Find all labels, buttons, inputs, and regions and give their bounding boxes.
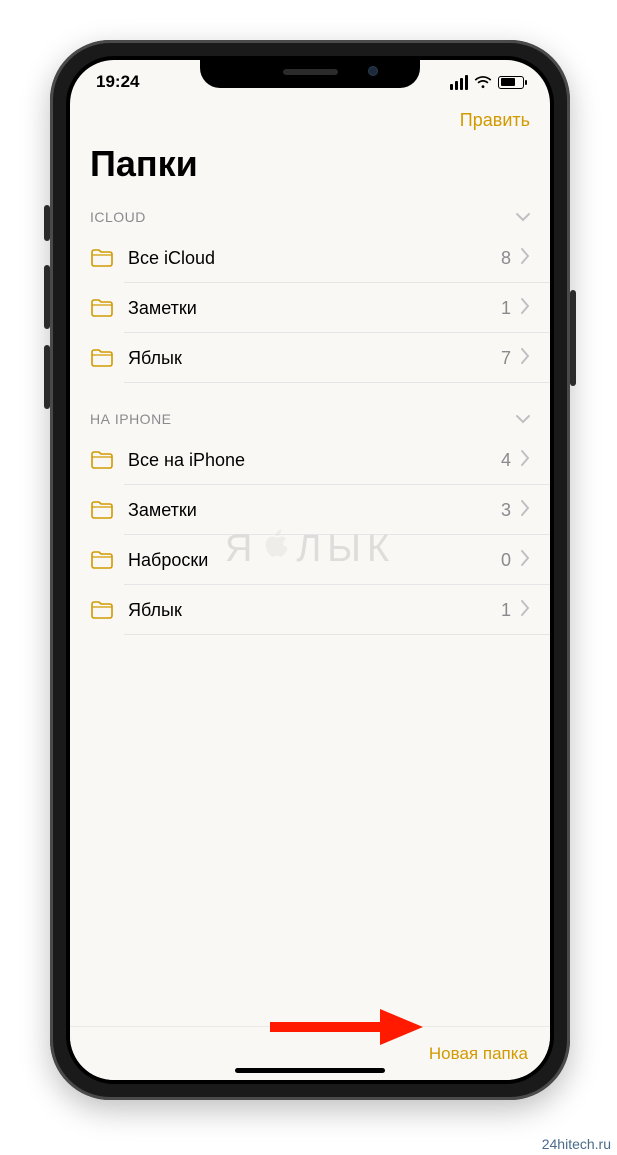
new-folder-button[interactable]: Новая папка: [429, 1044, 528, 1064]
power-button: [570, 290, 576, 386]
chevron-right-icon: [521, 348, 530, 369]
section-header-label: ICLOUD: [90, 209, 146, 225]
folder-count: 3: [501, 500, 511, 521]
section-header-icloud[interactable]: ICLOUD: [70, 199, 550, 233]
folder-row[interactable]: Все iCloud 8: [70, 233, 550, 283]
chevron-right-icon: [521, 248, 530, 269]
chevron-down-icon: [516, 411, 530, 427]
folder-icon: [90, 550, 114, 570]
folder-row[interactable]: Заметки 1: [70, 283, 550, 333]
screen: 19:24 Править Папк: [70, 60, 550, 1080]
folder-list[interactable]: ICLOUD Все iCloud 8 Заметки: [70, 199, 550, 1026]
section-header-iphone[interactable]: НА IPHONE: [70, 401, 550, 435]
folder-count: 7: [501, 348, 511, 369]
chevron-right-icon: [521, 550, 530, 571]
section-header-label: НА IPHONE: [90, 411, 172, 427]
chevron-right-icon: [521, 450, 530, 471]
wifi-icon: [474, 76, 492, 89]
folder-icon: [90, 348, 114, 368]
folder-count: 1: [501, 298, 511, 319]
chevron-right-icon: [521, 500, 530, 521]
chevron-right-icon: [521, 298, 530, 319]
edit-button[interactable]: Править: [460, 110, 530, 131]
phone-frame: 19:24 Править Папк: [50, 40, 570, 1100]
folder-icon: [90, 450, 114, 470]
home-indicator[interactable]: [235, 1068, 385, 1073]
status-time: 19:24: [96, 72, 139, 92]
source-attribution: 24hitech.ru: [542, 1136, 611, 1152]
notch: [200, 56, 420, 88]
folder-name: Заметки: [128, 500, 501, 521]
folder-name: Все на iPhone: [128, 450, 501, 471]
folder-count: 1: [501, 600, 511, 621]
page-title: Папки: [70, 139, 550, 199]
folder-icon: [90, 298, 114, 318]
folder-name: Наброски: [128, 550, 501, 571]
nav-bar: Править: [70, 104, 550, 139]
folder-row[interactable]: Все на iPhone 4: [70, 435, 550, 485]
folder-row[interactable]: Заметки 3: [70, 485, 550, 535]
folder-count: 4: [501, 450, 511, 471]
folder-name: Яблык: [128, 348, 501, 369]
folder-icon: [90, 248, 114, 268]
folder-name: Все iCloud: [128, 248, 501, 269]
folder-row[interactable]: Яблык 7: [70, 333, 550, 383]
chevron-right-icon: [521, 600, 530, 621]
cellular-signal-icon: [450, 75, 468, 90]
folder-icon: [90, 600, 114, 620]
volume-down-button: [44, 345, 50, 409]
folder-icon: [90, 500, 114, 520]
folder-count: 8: [501, 248, 511, 269]
folder-name: Заметки: [128, 298, 501, 319]
folder-name: Яблык: [128, 600, 501, 621]
folder-row[interactable]: Наброски 0: [70, 535, 550, 585]
folder-row[interactable]: Яблык 1: [70, 585, 550, 635]
battery-icon: [498, 76, 524, 89]
mute-switch: [44, 205, 50, 241]
folder-count: 0: [501, 550, 511, 571]
volume-up-button: [44, 265, 50, 329]
chevron-down-icon: [516, 209, 530, 225]
